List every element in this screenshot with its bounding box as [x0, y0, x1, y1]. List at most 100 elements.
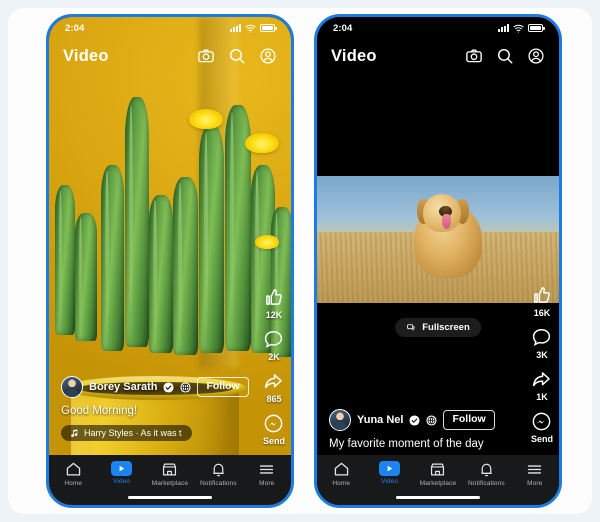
fullscreen-toggle[interactable]: Fullscreen: [395, 318, 481, 337]
thumbs-up-icon: [534, 287, 551, 303]
tab-more-label: More: [259, 480, 275, 487]
verified-badge-icon: [409, 414, 421, 426]
tab-video-label: Video: [113, 478, 131, 485]
tab-notifications[interactable]: Notifications: [196, 461, 240, 487]
post-caption: Good Morning!: [61, 405, 138, 417]
like-button[interactable]: 12K: [263, 287, 284, 320]
globe-public-icon: [426, 414, 438, 426]
home-icon: [66, 462, 80, 476]
post-caption: My favorite moment of the day: [329, 438, 484, 450]
tab-more-label: More: [527, 480, 543, 487]
tab-home[interactable]: Home: [319, 461, 363, 487]
tab-video-label: Video: [381, 478, 399, 485]
tab-video-chip: [111, 461, 133, 476]
status-bar: 2:04: [317, 17, 559, 39]
tab-marketplace-label: Marketplace: [151, 480, 189, 487]
status-bar: 2:04: [49, 17, 291, 39]
cellular-bars-icon: [230, 24, 241, 32]
tab-notifications-label: Notifications: [200, 480, 237, 487]
tab-video[interactable]: Video: [100, 461, 144, 485]
share-count: 1K: [536, 392, 548, 402]
music-text: Harry Styles · As it was t: [84, 428, 182, 438]
wifi-icon: [513, 24, 524, 33]
hamburger-menu-icon: [260, 465, 274, 474]
cactus-flower: [255, 235, 279, 249]
search-icon[interactable]: [496, 47, 514, 65]
tab-notifications-label: Notifications: [468, 480, 505, 487]
camera-icon[interactable]: [465, 47, 483, 65]
left-phone: 2:04 Video 12K 2K 865 Send Borey Sarath …: [46, 14, 294, 508]
home-icon: [334, 462, 348, 476]
tab-marketplace[interactable]: Marketplace: [416, 461, 460, 487]
dog-media[interactable]: [317, 176, 559, 303]
tab-video[interactable]: Video: [368, 461, 412, 485]
music-attribution[interactable]: Harry Styles · As it was t: [61, 425, 192, 441]
app-bar: Video: [49, 39, 291, 73]
left-phone-screen: 2:04 Video 12K 2K 865 Send Borey Sarath …: [49, 17, 291, 505]
tab-home-label: Home: [332, 480, 351, 487]
video-play-icon: [119, 465, 125, 472]
storefront-icon: [431, 463, 445, 476]
author-name[interactable]: Borey Sarath: [89, 381, 157, 393]
search-icon[interactable]: [228, 47, 246, 65]
page-title: Video: [331, 46, 377, 65]
comment-bubble-icon: [265, 331, 283, 348]
cactus-column: [125, 97, 149, 347]
status-clock: 2:04: [333, 22, 353, 34]
avatar[interactable]: [329, 409, 351, 431]
author-row: Yuna Nel Follow: [329, 409, 547, 431]
cactus-column: [55, 185, 75, 335]
verified-badge-icon: [163, 381, 175, 393]
app-bar-actions: [197, 47, 277, 65]
battery-full-icon: [260, 24, 277, 32]
like-count: 16K: [533, 308, 551, 318]
thumbs-up-icon: [266, 289, 283, 305]
like-count: 12K: [265, 310, 283, 320]
tab-home[interactable]: Home: [51, 461, 95, 487]
follow-button[interactable]: Follow: [443, 410, 495, 430]
profile-icon[interactable]: [527, 47, 545, 65]
page-title: Video: [63, 46, 109, 65]
cactus-column: [199, 125, 224, 353]
tab-more[interactable]: More: [245, 461, 289, 487]
avatar[interactable]: [61, 376, 83, 398]
right-phone-screen: 2:04 Video Fullscreen 16K 3K 1K Send Yun…: [317, 17, 559, 505]
status-icons: [498, 23, 545, 34]
cactus-column: [101, 165, 124, 351]
cactus-column: [149, 195, 173, 353]
tab-video-chip: [379, 461, 401, 476]
left-post-overlay: Borey Sarath Follow Good Morning! Harry …: [49, 376, 291, 443]
comment-button[interactable]: 2K: [263, 329, 284, 362]
bell-icon: [481, 463, 492, 477]
follow-button[interactable]: Follow: [197, 377, 249, 397]
tab-home-label: Home: [64, 480, 83, 487]
share-arrow-icon: [533, 372, 551, 387]
comment-button[interactable]: 3K: [531, 327, 552, 360]
tab-marketplace-label: Marketplace: [419, 480, 457, 487]
tab-more[interactable]: More: [513, 461, 557, 487]
share-button[interactable]: 1K: [531, 369, 552, 402]
comment-count: 2K: [268, 352, 280, 362]
profile-icon[interactable]: [259, 47, 277, 65]
author-row: Borey Sarath Follow: [61, 376, 279, 398]
cactus-column: [75, 213, 97, 341]
tab-notifications[interactable]: Notifications: [464, 461, 508, 487]
tab-marketplace[interactable]: Marketplace: [148, 461, 192, 487]
globe-public-icon: [180, 381, 192, 393]
battery-full-icon: [528, 24, 545, 32]
home-indicator: [128, 496, 212, 499]
storefront-icon: [163, 463, 177, 476]
cactus-column: [173, 177, 198, 355]
comment-count: 3K: [536, 350, 548, 360]
hamburger-menu-icon: [528, 465, 542, 474]
like-button[interactable]: 16K: [531, 285, 552, 318]
fullscreen-label: Fullscreen: [422, 322, 470, 333]
cellular-bars-icon: [498, 24, 509, 32]
fullscreen-rotate-icon: [407, 324, 415, 331]
author-name[interactable]: Yuna Nel: [357, 414, 403, 426]
music-note-icon: [71, 429, 78, 437]
screenshot-stage: 2:04 Video 12K 2K 865 Send Borey Sarath …: [0, 0, 600, 522]
dog-tongue: [441, 214, 451, 230]
home-indicator: [396, 496, 480, 499]
camera-icon[interactable]: [197, 47, 215, 65]
